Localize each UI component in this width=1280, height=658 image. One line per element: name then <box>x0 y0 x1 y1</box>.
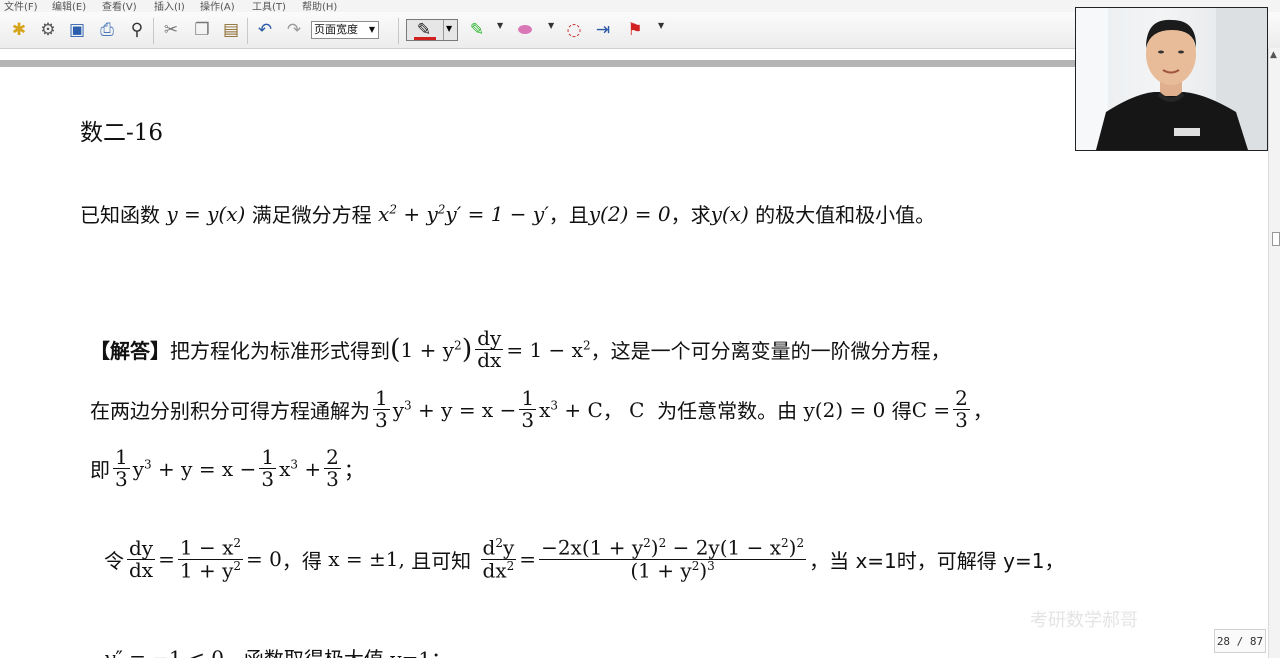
chevron-down-icon: ▼ <box>368 25 375 34</box>
flag-icon[interactable]: ⚑ <box>624 19 646 41</box>
watermark: 考研数学郝哥 <box>1030 610 1138 631</box>
solution-line-2: 在两边分别积分可得方程通解为 13 y3 + y = x − 13 x3 + C… <box>90 386 993 432</box>
highlighter-icon[interactable]: ✎ <box>466 19 488 41</box>
presenter-video <box>1076 8 1267 150</box>
lasso-icon[interactable]: ◌ <box>563 19 585 41</box>
page-counter: 28 / 87 <box>1214 629 1266 653</box>
menu-view[interactable]: 查看(V) <box>102 0 137 12</box>
menu-help[interactable]: 帮助(H) <box>302 0 337 12</box>
document-page: 数二-16 已知函数 y = y(x) 满足微分方程 x2 + y2y′ = 1… <box>0 67 1268 658</box>
new-icon[interactable]: ✱ <box>8 19 30 41</box>
pen-color-swatch <box>414 37 436 40</box>
pen-tool-button[interactable]: ✎ ▼ <box>406 19 458 41</box>
solution-line-5: y″ = −1 < 0 ，函数取得极大值 y=1； <box>104 645 451 658</box>
cut-icon[interactable]: ✂ <box>160 19 182 41</box>
toolbar-separator <box>153 18 154 44</box>
open-icon[interactable]: ⚙ <box>37 19 59 41</box>
insert-space-icon[interactable]: ⇥ <box>592 19 614 41</box>
menu-action[interactable]: 操作(A) <box>200 0 235 12</box>
chevron-down-icon[interactable]: ▼ <box>497 21 503 30</box>
chevron-down-icon[interactable]: ▼ <box>548 21 554 30</box>
copy-icon[interactable]: ❐ <box>191 19 213 41</box>
undo-icon[interactable]: ↶ <box>254 19 276 41</box>
zoom-select[interactable]: 页面宽度 ▼ <box>311 21 379 39</box>
menu-tools[interactable]: 工具(T) <box>252 0 286 12</box>
solution-line-1: 【解答】 把方程化为标准形式得到 (1 + y2) dy dx = 1 − x2 … <box>90 326 951 372</box>
vertical-scrollbar[interactable] <box>1268 48 1280 658</box>
zoom-value: 页面宽度 <box>314 23 358 36</box>
eraser-icon[interactable]: ⬬ <box>514 19 536 41</box>
scroll-up-icon[interactable]: ▲ <box>1270 50 1277 60</box>
paste-icon[interactable]: ▤ <box>220 19 242 41</box>
menu-insert[interactable]: 插入(I) <box>154 0 185 12</box>
redo-icon[interactable]: ↷ <box>283 19 305 41</box>
toolbar-separator <box>398 18 399 44</box>
menu-edit[interactable]: 编辑(E) <box>52 0 86 12</box>
solution-line-4: 令 dy dx = 1 − x2 1 + y2 = 0 ，得 x = ±1, 且可知… <box>104 535 1065 583</box>
print-preview-icon[interactable]: ⎙ <box>96 19 118 41</box>
menu-file[interactable]: 文件(F) <box>4 0 38 12</box>
scroll-thumb[interactable] <box>1272 232 1280 246</box>
problem-title: 数二-16 <box>80 120 164 146</box>
toolbar-separator <box>247 18 248 44</box>
problem-statement: 已知函数 y = y(x) 满足微分方程 x2 + y2y′ = 1 − y′ … <box>80 201 936 228</box>
webcam-overlay <box>1075 7 1268 151</box>
chevron-down-icon: ▼ <box>446 24 453 33</box>
save-icon[interactable]: ▣ <box>66 19 88 41</box>
chevron-down-icon[interactable]: ▼ <box>658 21 664 30</box>
find-icon[interactable]: ⚲ <box>126 19 148 41</box>
solution-line-3: 即 13 y3 + y = x − 13 x3 + 23 ； <box>90 445 364 491</box>
